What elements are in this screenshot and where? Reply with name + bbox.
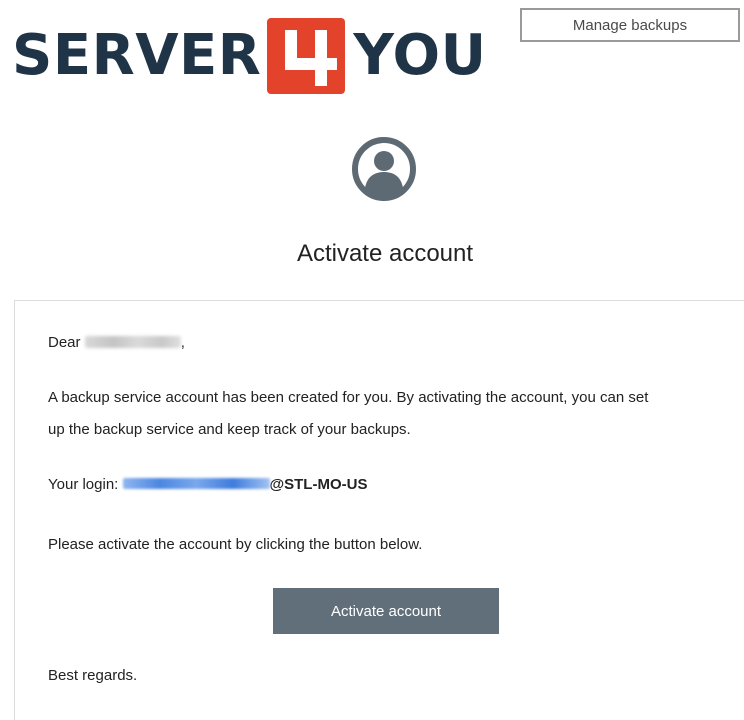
login-label: Your login: bbox=[48, 476, 119, 493]
logo-text-server: SERVER bbox=[12, 23, 262, 88]
user-icon bbox=[352, 137, 416, 201]
logo-text-you: YOU bbox=[353, 23, 487, 88]
signoff-text: Best regards. bbox=[48, 667, 138, 684]
logo-four-icon: 4 bbox=[267, 18, 346, 94]
page-title: Activate account bbox=[296, 240, 474, 267]
greeting-prefix: Dear bbox=[48, 334, 81, 351]
instruction-text: Please activate the account by clicking … bbox=[48, 536, 423, 553]
logo-badge-text: 4 bbox=[306, 63, 307, 65]
greeting-suffix: , bbox=[180, 334, 185, 351]
activate-account-button[interactable]: Activate account bbox=[273, 588, 499, 634]
email-card: Dear , A backup service account has been… bbox=[14, 300, 744, 720]
body-text-line-1: A backup service account has been create… bbox=[48, 389, 649, 406]
login-line: Your login: @STL-MO-US bbox=[48, 470, 367, 500]
redacted-login-email bbox=[122, 478, 270, 489]
logo-badge: 4 bbox=[267, 18, 346, 94]
greeting-line: Dear , bbox=[48, 328, 185, 358]
login-suffix: @STL-MO-US bbox=[269, 476, 368, 493]
body-text-line-2: up the backup service and keep track of … bbox=[48, 421, 411, 438]
manage-backups-button[interactable]: Manage backups bbox=[520, 8, 740, 42]
server4you-logo: SERVER 4 YOU bbox=[12, 18, 487, 94]
redacted-recipient-name bbox=[84, 336, 181, 348]
